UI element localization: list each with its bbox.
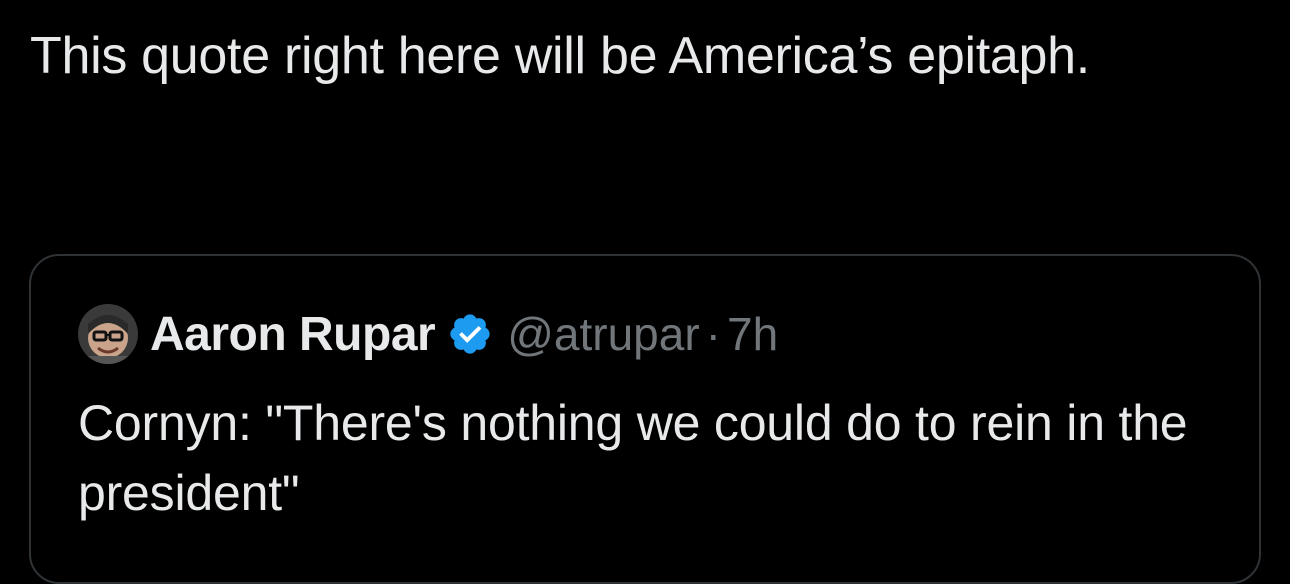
verified-badge-icon (450, 314, 490, 354)
separator-dot: · (705, 308, 721, 360)
avatar-photo-icon (78, 304, 138, 364)
tweet-text: This quote right here will be America’s … (30, 27, 1090, 85)
timestamp[interactable]: 7h (727, 307, 778, 361)
quoted-tweet-card[interactable]: Aaron Rupar @atrupar · 7h Cornyn: "There… (29, 254, 1261, 584)
avatar[interactable] (78, 304, 138, 364)
quoted-tweet-header: Aaron Rupar @atrupar · 7h (78, 304, 778, 364)
quoted-tweet-text: Cornyn: "There's nothing we could do to … (78, 395, 1188, 521)
author-handle[interactable]: @atrupar (507, 307, 699, 361)
author-name[interactable]: Aaron Rupar (150, 307, 436, 362)
